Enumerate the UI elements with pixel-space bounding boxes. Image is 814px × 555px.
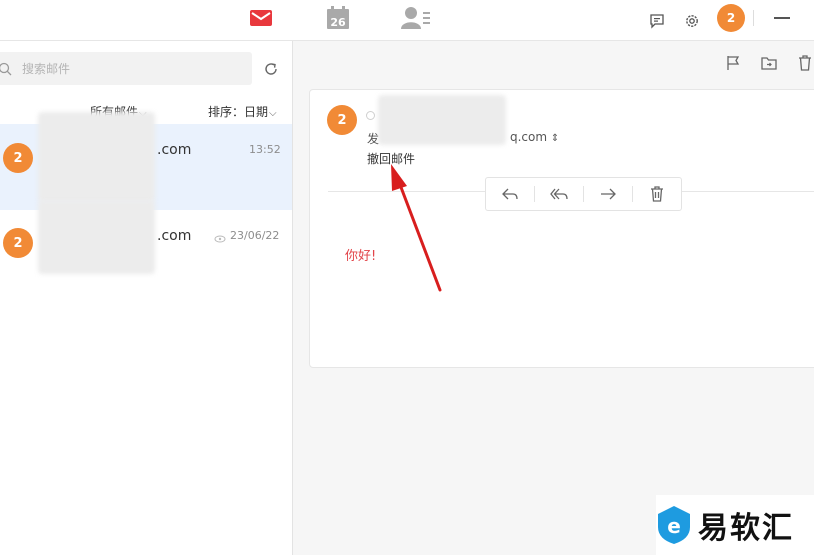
mail-list-pane: 搜索邮件 所有邮件⌵ 排序：日期⌵ 2 .com 13:52 2 .com 23… [0,41,293,555]
redacted-sender [38,200,155,274]
forward-button[interactable] [584,178,632,210]
search-input[interactable]: 搜索邮件 [0,52,252,85]
sort-dropdown[interactable]: 排序：日期⌵ [208,103,277,120]
delete-icon[interactable] [798,55,812,75]
calendar-day: 26 [330,16,346,29]
recall-mail-link[interactable]: 撤回邮件 [367,150,415,167]
redacted-subject [378,95,506,145]
reply-button[interactable] [486,178,534,210]
minimize-icon[interactable] [774,17,790,19]
search-icon [0,61,12,80]
mail-sender: .com [157,228,192,244]
settings-gear-icon[interactable] [684,9,700,33]
topbar-divider [753,10,754,26]
expand-icon: ⇕ [550,133,560,144]
mail-icon[interactable] [249,6,273,30]
unread-dot [366,111,375,120]
move-to-folder-icon[interactable] [761,55,777,74]
chat-icon[interactable] [649,9,665,33]
reply-all-button[interactable] [535,178,583,210]
message-delete-button[interactable] [633,178,681,210]
message-body: 你好! [345,249,377,264]
sort-label: 排序：日期 [208,105,269,119]
message-action-bar [485,177,682,211]
redacted-sender [38,112,155,202]
read-eye-icon [214,229,226,248]
flag-icon[interactable] [726,55,740,75]
mail-time: 13:52 [249,143,281,156]
watermark-text: 易软汇 [698,511,794,546]
mail-list-item[interactable]: 2 .com 13:52 [0,112,292,210]
sender-avatar: 2 [3,228,33,258]
calendar-icon[interactable]: 26 [326,6,350,30]
top-bar: 26 2 [0,0,814,41]
watermark-shield-icon: e [658,506,690,544]
reading-pane: 2 发 q.com ⇕ 撤回邮件 你好! [293,41,814,555]
watermark-logo: e 易软汇 [656,495,814,555]
sender-address[interactable]: q.com ⇕ [510,130,559,144]
sender-domain: q.com [510,130,548,144]
user-avatar[interactable]: 2 [717,4,745,32]
svg-text:e: e [667,514,681,538]
chevron-down-icon: ⌵ [269,108,277,119]
refresh-icon[interactable] [263,61,279,81]
message-card: 2 发 q.com ⇕ 撤回邮件 你好! [309,89,814,368]
mail-sender: .com [157,142,192,158]
mail-time: 23/06/22 [230,229,280,242]
sender-avatar: 2 [3,143,33,173]
mail-list-item[interactable]: 2 .com 23/06/22 [0,200,292,296]
sender-prefix: 发 [367,132,380,146]
contacts-icon[interactable] [401,6,431,30]
message-sender-avatar: 2 [327,105,357,135]
search-placeholder: 搜索邮件 [22,62,71,76]
